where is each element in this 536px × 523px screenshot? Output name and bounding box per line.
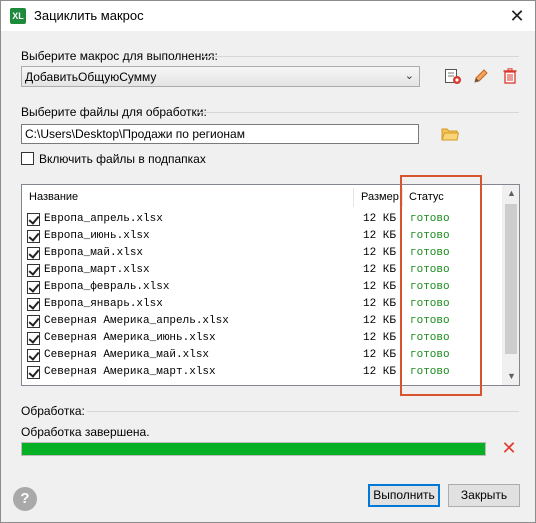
row-checkbox[interactable] (27, 213, 40, 226)
row-checkbox[interactable] (27, 281, 40, 294)
file-size: 12 КБ (362, 315, 396, 327)
trash-icon[interactable] (501, 67, 519, 85)
close-button[interactable]: Закрыть (448, 484, 520, 507)
progress-fill (22, 443, 485, 455)
files-separator (197, 112, 519, 113)
file-size: 12 КБ (362, 366, 396, 378)
status-column-highlight (400, 175, 482, 396)
scroll-up-icon[interactable]: ▲ (503, 185, 519, 202)
file-name: Северная Америка_март.xlsx (44, 366, 216, 378)
progress-bar (21, 442, 486, 456)
row-checkbox[interactable] (27, 264, 40, 277)
file-size: 12 КБ (362, 264, 396, 276)
macro-label: Выберите макрос для выполнения: (21, 49, 218, 63)
list-scrollbar[interactable]: ▲ ▼ (502, 185, 519, 385)
file-size: 12 КБ (362, 298, 396, 310)
help-icon[interactable]: ? (13, 487, 37, 511)
macro-select[interactable]: ДобавитьОбщуюСумму ⌄ (21, 66, 420, 87)
processing-label: Обработка: (21, 404, 85, 418)
processing-status: Обработка завершена. (21, 425, 150, 439)
file-name: Северная Америка_май.xlsx (44, 349, 210, 361)
include-subfolders-label: Включить файлы в подпапках (39, 152, 206, 166)
file-size: 12 КБ (362, 281, 396, 293)
macro-separator (201, 56, 519, 57)
file-name: Европа_апрель.xlsx (44, 213, 163, 225)
row-checkbox[interactable] (27, 315, 40, 328)
folder-icon[interactable] (441, 125, 460, 143)
row-checkbox[interactable] (27, 349, 40, 362)
file-name: Европа_март.xlsx (44, 264, 150, 276)
close-window-button[interactable]: ✕ (505, 4, 529, 28)
row-checkbox[interactable] (27, 332, 40, 345)
include-subfolders-checkbox[interactable] (21, 152, 34, 165)
scroll-thumb[interactable] (505, 204, 517, 354)
files-label: Выберите файлы для обработки: (21, 105, 207, 119)
macro-select-value: ДобавитьОбщуюСумму (25, 70, 157, 84)
folder-path-input[interactable]: C:\Users\Desktop\Продажи по регионам (21, 124, 419, 144)
row-checkbox[interactable] (27, 298, 40, 311)
row-checkbox[interactable] (27, 230, 40, 243)
file-name: Европа_январь.xlsx (44, 298, 163, 310)
file-name: Европа_февраль.xlsx (44, 281, 170, 293)
file-size: 12 КБ (362, 230, 396, 242)
record-macro-icon[interactable] (444, 67, 462, 85)
file-size: 12 КБ (362, 247, 396, 259)
file-name: Северная Америка_июнь.xlsx (44, 332, 216, 344)
title-bar: XL Зациклить макрос ✕ (1, 1, 535, 31)
column-header-size[interactable]: Размер (361, 185, 399, 210)
file-size: 12 КБ (362, 213, 396, 225)
cancel-icon[interactable]: ✕ (501, 439, 517, 457)
chevron-down-icon: ⌄ (404, 70, 414, 82)
row-checkbox[interactable] (27, 247, 40, 260)
file-name: Европа_май.xlsx (44, 247, 144, 259)
scroll-down-icon[interactable]: ▼ (503, 368, 519, 385)
file-name: Северная Америка_апрель.xlsx (44, 315, 229, 327)
processing-separator (87, 411, 519, 412)
row-checkbox[interactable] (27, 366, 40, 379)
file-name: Европа_июнь.xlsx (44, 230, 150, 242)
file-size: 12 КБ (362, 349, 396, 361)
pencil-icon[interactable] (472, 67, 490, 85)
window-title: Зациклить макрос (34, 8, 144, 23)
run-button[interactable]: Выполнить (368, 484, 440, 507)
column-header-name[interactable]: Название (29, 185, 78, 210)
column-divider (353, 188, 354, 207)
excel-app-icon: XL (10, 8, 26, 24)
dialog-window: XL Зациклить макрос ✕ Выберите макрос дл… (0, 0, 536, 523)
file-size: 12 КБ (362, 332, 396, 344)
